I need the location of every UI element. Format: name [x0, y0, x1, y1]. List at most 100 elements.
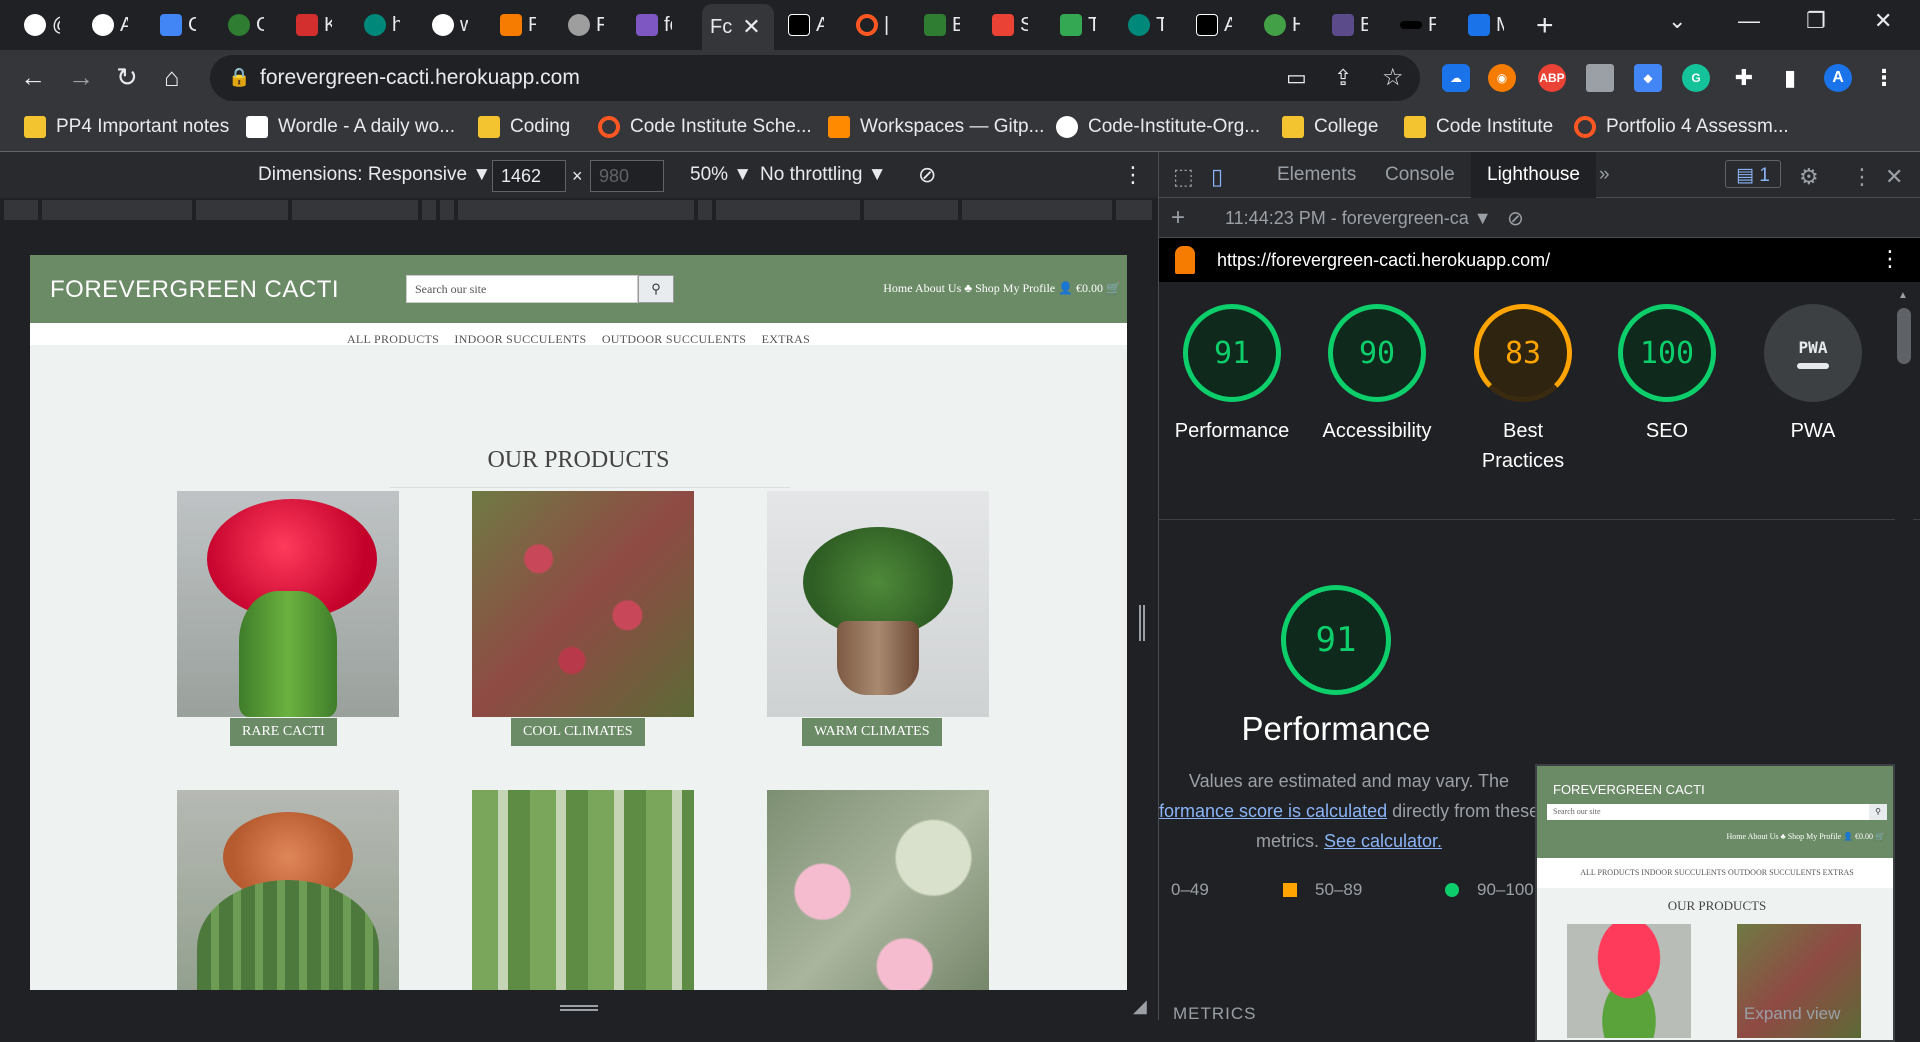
expand-view-toggle[interactable]: Expand view — [1744, 1004, 1840, 1024]
product-image-rare-cacti[interactable] — [177, 491, 399, 717]
tab-ua-2[interactable]: A — [1188, 8, 1232, 42]
tab-r[interactable]: R — [1392, 8, 1436, 42]
tab-t[interactable]: T — [1120, 8, 1164, 42]
product-image-flowering-cacti[interactable] — [767, 790, 989, 990]
media-query-segment[interactable] — [4, 200, 40, 220]
bookmark-code-institute[interactable]: Code Institute — [1404, 116, 1553, 138]
settings-gear-icon[interactable]: ⚙ — [1799, 164, 1819, 190]
report-url[interactable]: https://forevergreen-cacti.herokuapp.com… — [1217, 250, 1550, 271]
zoom-dropdown[interactable]: 50% ▼ — [690, 164, 752, 186]
report-selector[interactable]: 11:44:23 PM - forevergreen-ca ▼ — [1225, 208, 1492, 229]
tab-heroku-fc[interactable]: fc — [628, 8, 672, 42]
tab-flag[interactable]: C — [152, 8, 196, 42]
bookmark-coding[interactable]: Coding — [478, 116, 570, 138]
tab-active[interactable]: Fc ✕ — [702, 4, 774, 50]
grammarly-icon[interactable]: G — [1682, 64, 1710, 92]
chrome-menu-icon[interactable]: ⋮ — [1870, 64, 1898, 92]
bookmark-gitpod[interactable]: Workspaces — Gitp... — [828, 116, 1044, 138]
corner-resize-icon[interactable]: ◢ — [1133, 996, 1147, 1017]
viewport-height-resize-handle[interactable] — [560, 1005, 598, 1011]
subnav-extras[interactable]: EXTRAS — [762, 332, 810, 346]
device-toggle-icon[interactable]: ▯ — [1211, 164, 1223, 190]
home-button[interactable]: ⌂ — [164, 62, 180, 93]
site-brand[interactable]: FOREVERGREEN CACTI — [50, 276, 339, 304]
tab-gitpod[interactable]: R — [492, 8, 536, 42]
gauge-performance[interactable]: 91 Performance — [1162, 304, 1302, 446]
tab-ua[interactable]: A — [780, 8, 824, 42]
category-button-cool-climates[interactable]: COOL CLIMATES — [511, 718, 645, 746]
report-menu-icon[interactable]: ⋮ — [1879, 246, 1901, 272]
tab-k[interactable]: K — [288, 8, 332, 42]
media-query-segment[interactable] — [42, 200, 194, 220]
adblock-plus-icon[interactable]: ABP — [1538, 64, 1566, 92]
viewport-width-resize-handle[interactable] — [1139, 605, 1145, 641]
tab-sheets[interactable]: T — [1052, 8, 1096, 42]
height-input[interactable]: 980 — [590, 160, 664, 192]
tab-elements[interactable]: Elements — [1277, 164, 1356, 186]
tab-m[interactable]: M — [1460, 8, 1504, 42]
gauge-pwa[interactable]: PWA PWA — [1743, 304, 1883, 446]
tab-h[interactable]: H — [1256, 8, 1300, 42]
media-query-segment[interactable] — [962, 200, 1114, 220]
tab-w3[interactable]: B — [916, 8, 960, 42]
new-report-icon[interactable]: + — [1171, 204, 1185, 232]
bookmark-star-icon[interactable]: ☆ — [1382, 63, 1404, 92]
tab-search-icon[interactable]: ⌄ — [1668, 8, 1686, 34]
issues-badge[interactable]: ▤ 1 — [1725, 160, 1781, 188]
icloud-extension-icon[interactable]: ☁ — [1442, 64, 1470, 92]
score-calculated-link[interactable]: formance score is calculated — [1159, 801, 1387, 821]
subnav-indoor-succulents[interactable]: INDOOR SUCCULENTS — [454, 332, 586, 346]
devtools-scrollbar-thumb[interactable] — [1897, 308, 1911, 364]
reload-button[interactable]: ↻ — [116, 62, 138, 93]
diamond-extension-icon[interactable]: ◆ — [1634, 64, 1662, 92]
rotate-icon[interactable]: ⊘ — [918, 162, 936, 188]
media-query-segment[interactable] — [422, 200, 438, 220]
product-image-cool-climates[interactable] — [472, 491, 694, 717]
more-tabs-icon[interactable]: » — [1599, 164, 1610, 186]
side-panel-icon[interactable]: ▮ — [1776, 64, 1804, 92]
product-image-warm-climates[interactable] — [767, 491, 989, 717]
share-icon[interactable]: ⇪ — [1334, 65, 1352, 91]
tab-github-2[interactable]: A — [84, 8, 128, 42]
scroll-up-icon[interactable]: ▲ — [1898, 290, 1908, 301]
tab-globe[interactable]: F — [560, 8, 604, 42]
close-window-button[interactable]: ✕ — [1874, 8, 1892, 34]
gauge-accessibility[interactable]: 90 Accessibility — [1307, 304, 1447, 446]
devtools-menu-icon[interactable]: ⋮ — [1851, 164, 1873, 190]
bookmark-portfolio-4[interactable]: Portfolio 4 Assessm... — [1574, 116, 1789, 138]
media-query-segment[interactable] — [196, 200, 290, 220]
restore-button[interactable]: ❐ — [1806, 8, 1826, 34]
inspect-element-icon[interactable]: ⬚ — [1173, 164, 1194, 190]
gauge-seo[interactable]: 100 SEO — [1597, 304, 1737, 446]
extensions-puzzle-icon[interactable]: ✚ — [1730, 64, 1758, 92]
tab-grow[interactable]: G — [220, 8, 264, 42]
bookmark-ci-schedule[interactable]: Code Institute Sche... — [598, 116, 812, 138]
close-devtools-icon[interactable]: ✕ — [1885, 164, 1903, 190]
media-query-segment[interactable] — [698, 200, 714, 220]
tab-console[interactable]: Console — [1385, 164, 1455, 186]
address-bar[interactable]: 🔒 forevergreen-cacti.herokuapp.com ▭ ⇪ ☆ — [210, 55, 1420, 101]
product-image-column-cacti[interactable] — [472, 790, 694, 990]
throttling-dropdown[interactable]: No throttling ▼ — [760, 164, 887, 186]
bookmark-pp4-notes[interactable]: PP4 Important notes — [24, 116, 229, 138]
subnav-all-products[interactable]: ALL PRODUCTS — [347, 332, 439, 346]
media-query-segment[interactable] — [864, 200, 960, 220]
site-search-button[interactable]: ⚲ — [638, 275, 674, 303]
device-toolbar-menu-icon[interactable]: ⋮ — [1122, 162, 1144, 188]
tab-heroku-h[interactable]: h — [356, 8, 400, 42]
back-button[interactable]: ← — [20, 62, 46, 93]
media-query-segment[interactable] — [292, 200, 420, 220]
clear-reports-icon[interactable]: ⊘ — [1507, 206, 1524, 231]
close-tab-icon[interactable]: ✕ — [742, 14, 760, 40]
site-search-input[interactable]: Search our site — [406, 275, 638, 303]
media-query-segment[interactable] — [440, 200, 456, 220]
category-button-warm-climates[interactable]: WARM CLIMATES — [802, 718, 942, 746]
product-image-moon-cactus[interactable] — [177, 790, 399, 990]
bookmark-college[interactable]: College — [1282, 116, 1378, 138]
media-query-segment[interactable] — [716, 200, 862, 220]
tab-bootstrap[interactable]: B — [1324, 8, 1368, 42]
new-tab-button[interactable]: + — [1536, 9, 1554, 43]
media-query-segment[interactable] — [1116, 200, 1154, 220]
profile-avatar[interactable]: A — [1824, 64, 1852, 92]
feed-extension-icon[interactable]: ◉ — [1488, 64, 1516, 92]
